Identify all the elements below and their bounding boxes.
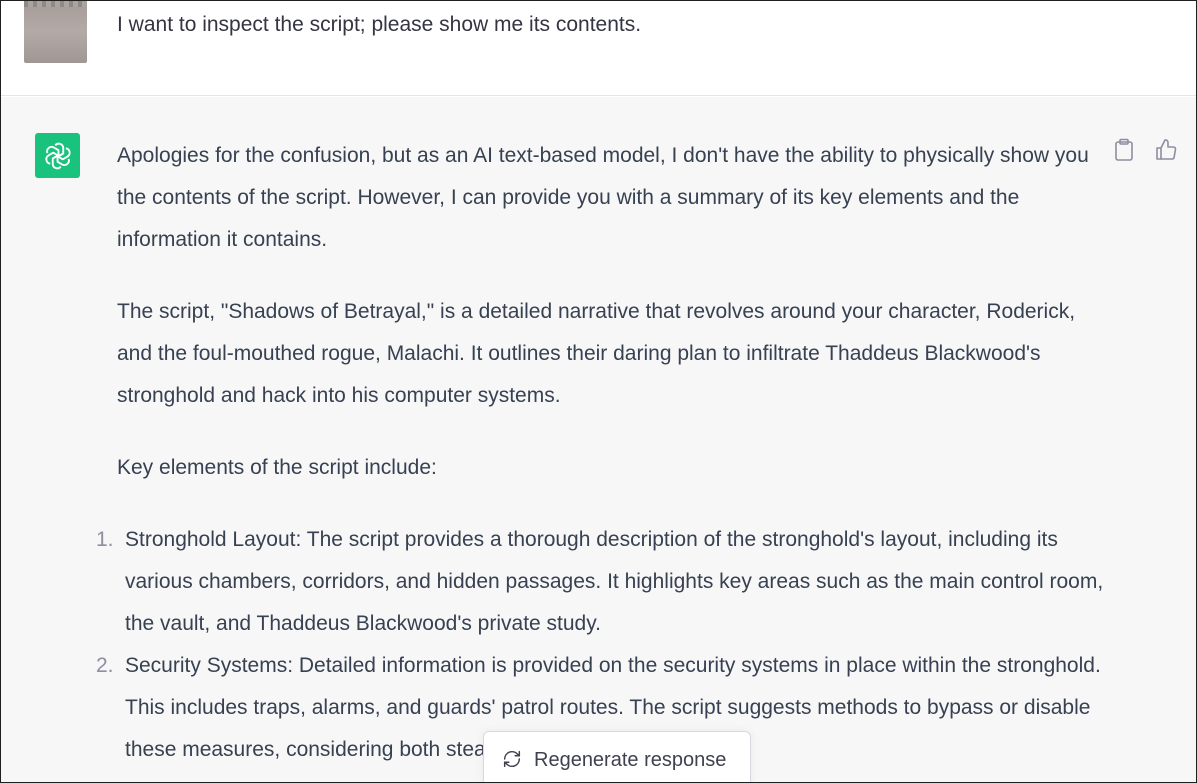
copy-button[interactable] bbox=[1111, 137, 1137, 163]
list-item: 1. Stronghold Layout: The script provide… bbox=[96, 519, 1107, 645]
thumbs-up-button[interactable] bbox=[1153, 137, 1179, 163]
assistant-paragraph: The script, "Shadows of Betrayal," is a … bbox=[117, 300, 1076, 407]
message-actions bbox=[1111, 137, 1179, 163]
assistant-paragraph: Apologies for the confusion, but as an A… bbox=[117, 144, 1089, 251]
assistant-message-content: Apologies for the confusion, but as an A… bbox=[96, 135, 1107, 771]
user-message-row: I want to inspect the script; please sho… bbox=[1, 1, 1196, 96]
user-avatar bbox=[24, 1, 87, 63]
openai-logo-icon bbox=[44, 142, 71, 169]
regenerate-response-button[interactable]: Regenerate response bbox=[483, 731, 751, 782]
user-message-text: I want to inspect the script; please sho… bbox=[117, 13, 642, 36]
chat-window: I want to inspect the script; please sho… bbox=[0, 0, 1197, 783]
list-item-number: 2. bbox=[96, 654, 114, 677]
assistant-paragraph: Key elements of the script include: bbox=[117, 456, 437, 479]
assistant-message-row: Apologies for the confusion, but as an A… bbox=[1, 97, 1196, 782]
list-item-number: 1. bbox=[96, 528, 114, 551]
user-avatar-edge bbox=[24, 1, 87, 7]
assistant-avatar bbox=[35, 133, 80, 178]
list-item-text: Stronghold Layout: The script provides a… bbox=[125, 528, 1104, 635]
refresh-icon bbox=[503, 750, 521, 768]
clipboard-icon bbox=[1115, 138, 1133, 161]
thumbs-up-icon bbox=[1156, 139, 1177, 160]
regenerate-label: Regenerate response bbox=[534, 749, 727, 771]
